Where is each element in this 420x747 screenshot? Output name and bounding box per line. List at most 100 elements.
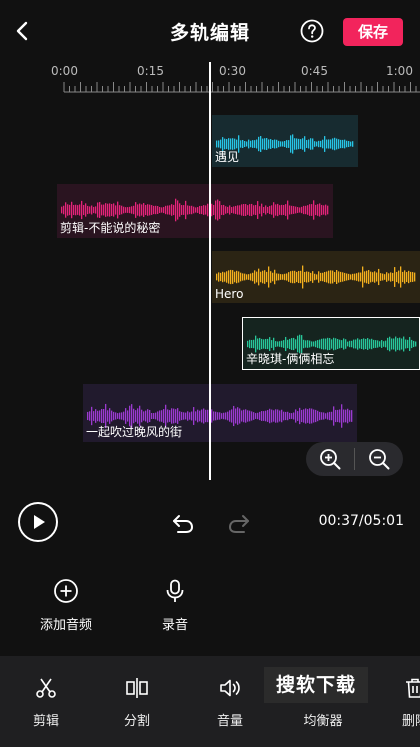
audio-clip[interactable]: Hero	[212, 251, 420, 303]
wave-bar	[256, 271, 258, 283]
record-button[interactable]: 录音	[135, 578, 215, 633]
wave-bar	[248, 274, 250, 280]
wave-bar	[339, 409, 341, 423]
add-audio-button[interactable]: 添加音频	[26, 578, 106, 633]
wave-bar	[169, 205, 171, 215]
wave-bar	[284, 140, 286, 148]
save-button[interactable]: 保存	[343, 18, 403, 46]
audio-clip[interactable]: 一起吹过晚风的街	[83, 384, 357, 442]
wave-bar	[305, 205, 307, 215]
wave-bar	[73, 204, 75, 216]
wave-bar	[290, 135, 292, 153]
wave-bar	[225, 206, 227, 214]
wave-bar	[340, 271, 342, 283]
wave-bar	[256, 139, 258, 149]
split-tool[interactable]: 分割	[107, 676, 167, 729]
wave-bar	[283, 340, 285, 348]
wave-bar	[297, 207, 299, 213]
wave-bar	[339, 339, 341, 349]
wave-bar	[407, 339, 409, 349]
wave-bar	[319, 339, 321, 349]
playhead[interactable]	[209, 62, 211, 480]
wave-bar	[316, 141, 318, 147]
wave-bar	[329, 411, 331, 421]
wave-bar	[233, 206, 235, 214]
wave-bar	[312, 138, 314, 150]
wave-bar	[189, 412, 191, 420]
wave-bar	[276, 273, 278, 281]
volume-tool[interactable]: 音量	[200, 676, 260, 729]
wave-bar	[173, 204, 175, 216]
wave-bar	[117, 201, 119, 219]
wave-bar	[289, 412, 291, 420]
wave-bar	[325, 204, 327, 216]
wave-bar	[275, 204, 277, 216]
wave-bar	[216, 140, 218, 148]
wave-bar	[341, 340, 343, 348]
wave-bar	[247, 410, 249, 422]
wave-bar	[388, 273, 390, 281]
wave-bar	[270, 271, 272, 283]
help-icon[interactable]	[300, 19, 324, 43]
wave-bar	[218, 272, 220, 282]
wave-bar	[157, 411, 159, 421]
wave-bar	[288, 140, 290, 148]
clip-label: 剪辑-不能说的秘密	[60, 221, 161, 235]
play-button[interactable]	[18, 502, 58, 542]
wave-bar	[257, 338, 259, 350]
playback-time: 00:37/05:01	[318, 513, 404, 529]
wave-bar	[282, 274, 284, 280]
wave-bar	[296, 138, 298, 150]
wave-bar	[392, 272, 394, 282]
wave-bar	[229, 205, 231, 215]
wave-bar	[251, 411, 253, 421]
wave-bar	[185, 200, 187, 220]
wave-bar	[231, 409, 233, 423]
wave-bar	[300, 139, 302, 149]
zoom-in-icon[interactable]	[318, 447, 342, 471]
split-label: 分割	[123, 714, 150, 729]
trash-icon	[406, 678, 420, 698]
audio-clip-selected[interactable]: 辛晓琪-俩俩相忘	[242, 317, 420, 370]
wave-bar	[282, 141, 284, 147]
wave-bar	[284, 273, 286, 281]
wave-bar	[345, 409, 347, 423]
wave-bar	[361, 339, 363, 349]
wave-bar	[243, 409, 245, 423]
wave-bar	[179, 411, 181, 421]
delete-tool[interactable]: 删除	[385, 676, 420, 729]
wave-bar	[313, 200, 315, 220]
wave-bar	[219, 412, 221, 420]
wave-bar	[286, 273, 288, 281]
zoom-out-icon[interactable]	[367, 447, 391, 471]
volume-label: 音量	[216, 714, 243, 729]
wave-bar	[263, 339, 265, 349]
wave-bar	[271, 409, 273, 423]
wave-bar	[199, 410, 201, 422]
audio-clip[interactable]: 剪辑-不能说的秘密	[57, 184, 333, 238]
wave-bar	[260, 135, 262, 153]
trim-tool[interactable]: 剪辑	[16, 676, 76, 729]
wave-bar	[81, 200, 83, 220]
wave-bar	[115, 412, 117, 420]
play-icon	[34, 515, 45, 529]
wave-bar	[228, 270, 230, 284]
redo-icon[interactable]	[226, 510, 252, 536]
wave-bar	[304, 271, 306, 283]
wave-bar	[322, 272, 324, 282]
ruler-label: 0:00	[51, 64, 78, 78]
wave-bar	[286, 140, 288, 148]
wave-bar	[135, 410, 137, 422]
wave-bar	[289, 205, 291, 215]
wave-bar	[222, 271, 224, 283]
audio-clip[interactable]: 遇见	[212, 115, 358, 167]
wave-bar	[394, 267, 396, 287]
wave-bar	[99, 202, 101, 218]
wave-bar	[331, 339, 333, 349]
undo-icon[interactable]	[170, 510, 196, 536]
wave-bar	[294, 138, 296, 150]
wave-bar	[121, 205, 123, 215]
wave-bar	[242, 140, 244, 148]
wave-bar	[313, 409, 315, 423]
wave-bar	[241, 204, 243, 216]
